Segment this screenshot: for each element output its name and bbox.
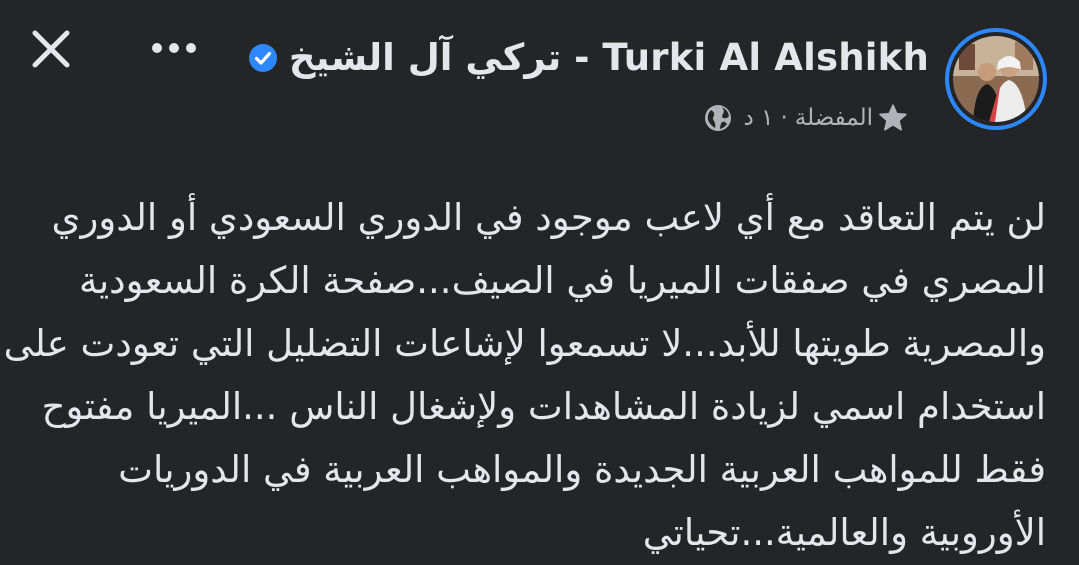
post-text-line: لن يتم التعاقد مع أي لاعب موجود في الدور… [51,196,1046,239]
close-icon [32,30,70,68]
more-options-button[interactable] [148,30,200,66]
more-horizontal-icon [152,43,196,53]
post-text-line: استخدام اسمي لزيادة المشاهدات ولإشغال ال… [41,385,1046,428]
post-text-line: فقط للمواهب العربية الجديدة والمواهب الع… [118,448,1046,491]
meta-separator: · [780,105,788,131]
verified-badge-icon [248,43,277,72]
verified-badge [247,42,279,74]
audience-button[interactable] [702,102,734,134]
post-viewer: تركي آل الشيخ - Turki Al Alshikh ١ د · ا… [0,0,1079,565]
author-name[interactable]: تركي آل الشيخ - Turki Al Alshikh [289,36,929,79]
post-text-line: المصري في صفقات الميريا في الصيف...صفحة … [78,259,1046,302]
author-name-row: تركي آل الشيخ - Turki Al Alshikh [247,36,929,79]
avatar[interactable] [945,28,1047,130]
favorites-label: المفضلة [794,105,873,131]
post-text-line: والمصرية طويتها للأبد...لا تسمعوا لإشاعا… [3,322,1046,365]
close-button[interactable] [28,26,74,72]
post-text: لن يتم التعاقد مع أي لاعب موجود في الدور… [3,186,1046,564]
avatar-photo [953,36,1039,122]
favorites-indicator [875,100,911,136]
star-icon [879,104,907,131]
time-label[interactable]: ١ د [744,105,774,131]
globe-icon [704,105,731,131]
post-meta: ١ د · المفضلة [702,100,911,136]
post-text-line: الأوروبية والعالمية...تحياتي [642,511,1046,554]
